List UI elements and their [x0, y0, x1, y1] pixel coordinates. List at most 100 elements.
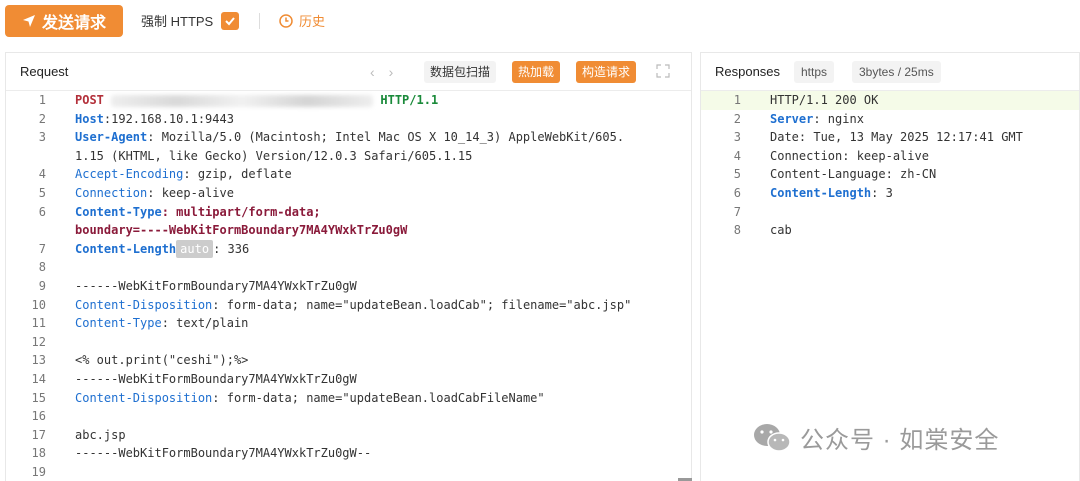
code-line: 1 POST HTTP/1.1 [6, 91, 691, 110]
code-line: 14 ------WebKitFormBoundary7MA4YWxkTrZu0g… [6, 370, 691, 389]
protocol-badge: https [794, 61, 835, 83]
code-line: 19 [6, 463, 691, 481]
line-number: 11 [31, 316, 46, 331]
request-editor[interactable]: 1 POST HTTP/1.1 2 Host:192.168.10.1:9443 3 Us… [6, 91, 691, 481]
history-button[interactable]: 历史 [279, 11, 325, 30]
header-value: : form-data; name="updateBean.loadCabFil… [212, 390, 545, 405]
line-text: Content-Type: multipart/form-data; [75, 203, 321, 222]
line-number: 6 [733, 185, 741, 200]
request-panel: Request ‹ › 数据包扫描 热加载 构造请求 1 POST HTTP/1.… [5, 52, 692, 481]
line-number: 13 [31, 353, 46, 368]
body-text: <% out.print("ceshi");%> [75, 353, 249, 368]
body-text: 1.15 (KHTML, like Gecko) Version/12.0.3 … [75, 148, 473, 163]
code-line: 7 Content-Length auto: 336 [6, 239, 691, 259]
header-value: : form-data; name="updateBean.loadCab"; … [212, 297, 632, 312]
line-text: ------WebKitFormBoundary7MA4YWxkTrZu0gW [75, 370, 357, 389]
chevron-right-icon[interactable]: › [389, 64, 394, 80]
line-text: Connection: keep-alive [75, 184, 234, 203]
code-line: 11 Content-Type: text/plain [6, 314, 691, 333]
toolbar: 发送请求 强制 HTTPS 历史 [0, 0, 1080, 44]
force-https-checkbox[interactable] [221, 11, 240, 30]
clock-icon [279, 13, 293, 28]
header-key: Content-Type [75, 204, 162, 219]
header-value: : gzip, deflate [183, 167, 292, 182]
response-panel: Responses https 3bytes / 25ms 1 HTTP/1.1 … [700, 52, 1080, 481]
request-header: Request ‹ › 数据包扫描 热加载 构造请求 [6, 53, 691, 91]
line-text: POST HTTP/1.1 [75, 91, 438, 110]
line-text: Content-Language: zh-CN [770, 165, 936, 184]
send-icon [23, 15, 35, 27]
header-value: : Mozilla/5.0 (Macintosh; Intel Mac OS X… [147, 130, 625, 145]
code-line: 15 Content-Disposition: form-data; name="… [6, 389, 691, 408]
wechat-icon [754, 423, 791, 452]
code-line: 6 Content-Type: multipart/form-data; [6, 203, 691, 222]
response-title: Responses [715, 64, 781, 79]
line-number: 17 [31, 427, 46, 442]
code-line: 4 Accept-Encoding: gzip, deflate [6, 165, 691, 184]
body-text: abc.jsp [75, 427, 126, 442]
body-text: ------WebKitFormBoundary7MA4YWxkTrZu0gW [75, 278, 357, 293]
line-text: Content-Type: text/plain [75, 314, 248, 333]
history-nav: ‹ › [370, 64, 393, 80]
code-line: 16 [6, 407, 691, 426]
body-text: HTTP/1.1 200 OK [770, 93, 879, 107]
line-number: 9 [38, 278, 46, 293]
header-value: : nginx [813, 111, 864, 126]
header-key: Content-Length [75, 241, 177, 256]
line-text: Content-Disposition: form-data; name="up… [75, 296, 631, 315]
code-line: 2 Server: nginx [701, 110, 1079, 129]
force-https-toggle[interactable]: 强制 HTTPS [141, 11, 240, 30]
code-line: 7 [701, 203, 1079, 222]
body-text: boundary=----WebKitFormBoundary7MA4YWxkT… [75, 223, 408, 238]
line-text: Content-Disposition: form-data; name="up… [75, 389, 545, 408]
code-line: boundary=----WebKitFormBoundary7MA4YWxkT… [6, 221, 691, 240]
header-value: : keep-alive [147, 185, 234, 200]
code-line: 10 Content-Disposition: form-data; name="… [6, 296, 691, 315]
body-text: Content-Language: zh-CN [770, 167, 937, 182]
line-text: <% out.print("ceshi");%> [75, 351, 248, 370]
header-key: User-Agent [75, 130, 148, 145]
line-number: 8 [733, 223, 741, 238]
code-line: 2 Host:192.168.10.1:9443 [6, 110, 691, 129]
code-line: 3 Date: Tue, 13 May 2025 12:17:41 GMT [701, 128, 1079, 147]
header-key: Connection [75, 185, 148, 200]
code-line: 12 [6, 333, 691, 352]
header-key: Content-Disposition [75, 297, 213, 312]
line-number: 15 [31, 390, 46, 405]
header-key: Accept-Encoding [75, 167, 184, 182]
header-value: : multipart/form-data; [161, 204, 321, 219]
line-number: 4 [733, 148, 741, 163]
line-text: 1.15 (KHTML, like Gecko) Version/12.0.3 … [75, 147, 472, 166]
auto-badge: auto [176, 239, 214, 259]
watermark-text: 公众号 · 如棠安全 [800, 427, 1000, 454]
line-number: 3 [38, 130, 46, 145]
redacted-path [111, 94, 374, 107]
code-line: 13 <% out.print("ceshi");%> [6, 351, 691, 370]
line-number: 8 [38, 260, 46, 275]
code-line: 17 abc.jsp [6, 426, 691, 445]
chevron-left-icon[interactable]: ‹ [370, 64, 375, 80]
line-number: 16 [31, 409, 46, 424]
line-text: Server: nginx [770, 110, 864, 129]
header-value: :192.168.10.1:9443 [103, 111, 234, 126]
expand-icon[interactable] [656, 64, 670, 81]
send-request-label: 发送请求 [42, 15, 107, 32]
code-line: 18 ------WebKitFormBoundary7MA4YWxkTrZu0g… [6, 444, 691, 463]
build-request-button[interactable]: 构造请求 [576, 61, 637, 83]
line-number: 12 [31, 334, 46, 349]
packet-scan-button[interactable]: 数据包扫描 [424, 61, 497, 83]
line-text: Host:192.168.10.1:9443 [75, 110, 234, 129]
line-text: Content-Length: 3 [770, 184, 893, 203]
code-line: 6 Content-Length: 3 [701, 184, 1079, 203]
code-line: 4 Connection: keep-alive [701, 147, 1079, 166]
http-method: POST [75, 93, 104, 107]
hot-load-button[interactable]: 热加载 [512, 61, 561, 83]
response-header: Responses https 3bytes / 25ms [701, 53, 1079, 91]
line-number: 10 [31, 297, 46, 312]
line-number: 2 [38, 111, 46, 126]
header-key: Content-Disposition [75, 390, 213, 405]
send-request-button[interactable]: 发送请求 [5, 5, 123, 37]
line-text: ------WebKitFormBoundary7MA4YWxkTrZu0gW-… [75, 444, 371, 463]
body-text: cab [770, 223, 792, 238]
line-number: 4 [38, 167, 46, 182]
